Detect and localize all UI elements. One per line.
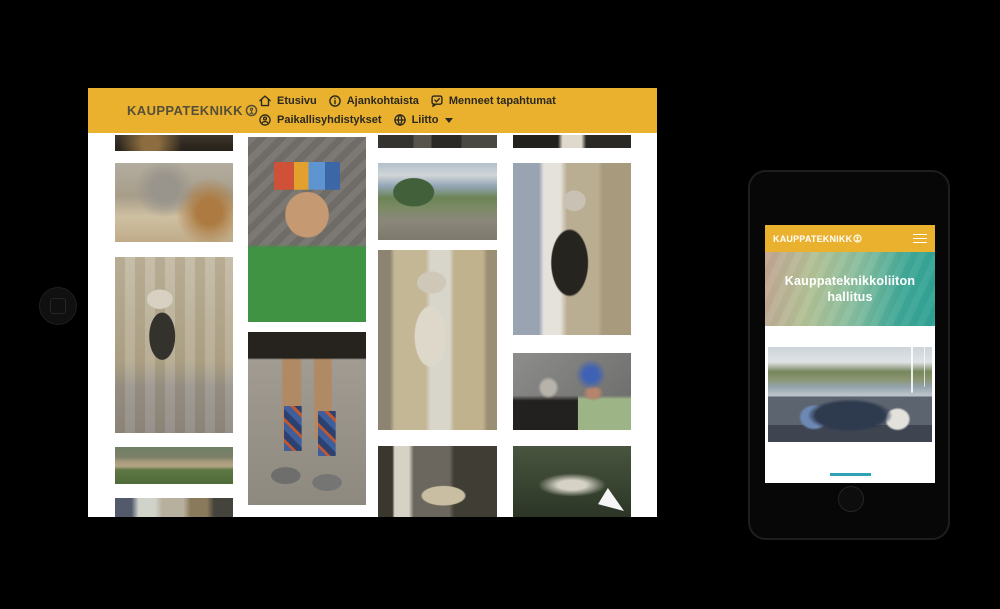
gallery-photo[interactable] — [115, 257, 233, 433]
home-icon — [258, 94, 272, 108]
tablet-home-button-square — [50, 298, 66, 314]
nav-item-etusivu[interactable]: Etusivu — [258, 94, 317, 108]
gallery-photo[interactable] — [378, 163, 497, 240]
gallery-photo[interactable] — [378, 250, 497, 430]
site-logo[interactable]: KAUPPATEKNIKK — [127, 88, 258, 133]
nav-row-1: Etusivu Ajankohtaista — [258, 92, 556, 110]
tablet-screen: KAUPPATEKNIKK Etusivu — [88, 88, 657, 517]
nav-label: Menneet tapahtumat — [449, 95, 556, 107]
check-bubble-icon — [430, 94, 444, 108]
nav-row-2: Paikallisyhdistykset Liitto — [258, 111, 556, 129]
nav-item-ajankohtaista[interactable]: Ajankohtaista — [328, 94, 419, 108]
phone-site-logo[interactable]: KAUPPATEKNIKK — [773, 234, 862, 244]
gallery-photo[interactable] — [248, 332, 366, 505]
chevron-down-icon — [445, 118, 453, 123]
photo-gallery — [88, 88, 657, 517]
gallery-photo[interactable] — [115, 135, 233, 151]
phone-article-photo[interactable] — [768, 347, 932, 442]
gallery-photo[interactable] — [378, 135, 497, 148]
nav-item-menneet-tapahtumat[interactable]: Menneet tapahtumat — [430, 94, 556, 108]
logo-mark-icon — [245, 104, 258, 117]
nav-label: Liitto — [412, 114, 439, 126]
nav-label: Paikallisyhdistykset — [277, 114, 382, 126]
gallery-photo[interactable] — [115, 447, 233, 484]
hero-title-line1: Kauppateknikkoliiton — [765, 273, 935, 289]
logo-mark-icon — [853, 234, 862, 243]
hero-title-line2: hallitus — [765, 289, 935, 305]
phone-device: KAUPPATEKNIKK Kauppateknikkoliiton halli… — [748, 170, 950, 540]
gallery-photo[interactable] — [513, 135, 631, 148]
site-logo-text: KAUPPATEKNIKK — [127, 103, 243, 118]
nav-label: Ajankohtaista — [347, 95, 419, 107]
phone-site-logo-text: KAUPPATEKNIKK — [773, 234, 852, 244]
gallery-photo[interactable] — [115, 163, 233, 242]
hamburger-menu-icon[interactable] — [913, 232, 927, 246]
phone-home-button — [838, 486, 864, 512]
tablet-navbar: KAUPPATEKNIKK Etusivu — [88, 88, 657, 133]
community-circle-icon — [258, 113, 272, 127]
tablet-home-button — [39, 287, 77, 325]
info-circle-icon — [328, 94, 342, 108]
phone-header: KAUPPATEKNIKK — [765, 225, 935, 252]
gallery-photo[interactable] — [248, 137, 366, 322]
gallery-photo[interactable] — [513, 353, 631, 430]
teal-divider — [830, 473, 871, 476]
gallery-photo[interactable] — [513, 163, 631, 335]
phone-screen: KAUPPATEKNIKK Kauppateknikkoliiton halli… — [765, 225, 935, 483]
phone-hero-banner: Kauppateknikkoliiton hallitus — [765, 252, 935, 326]
gallery-photo[interactable] — [378, 446, 497, 517]
nav-item-paikallisyhdistykset[interactable]: Paikallisyhdistykset — [258, 113, 382, 127]
tablet-nav-menu: Etusivu Ajankohtaista — [258, 92, 556, 130]
nav-label: Etusivu — [277, 95, 317, 107]
gallery-photo[interactable] — [115, 498, 233, 517]
globe-icon — [393, 113, 407, 127]
nav-item-liitto[interactable]: Liitto — [393, 113, 454, 127]
